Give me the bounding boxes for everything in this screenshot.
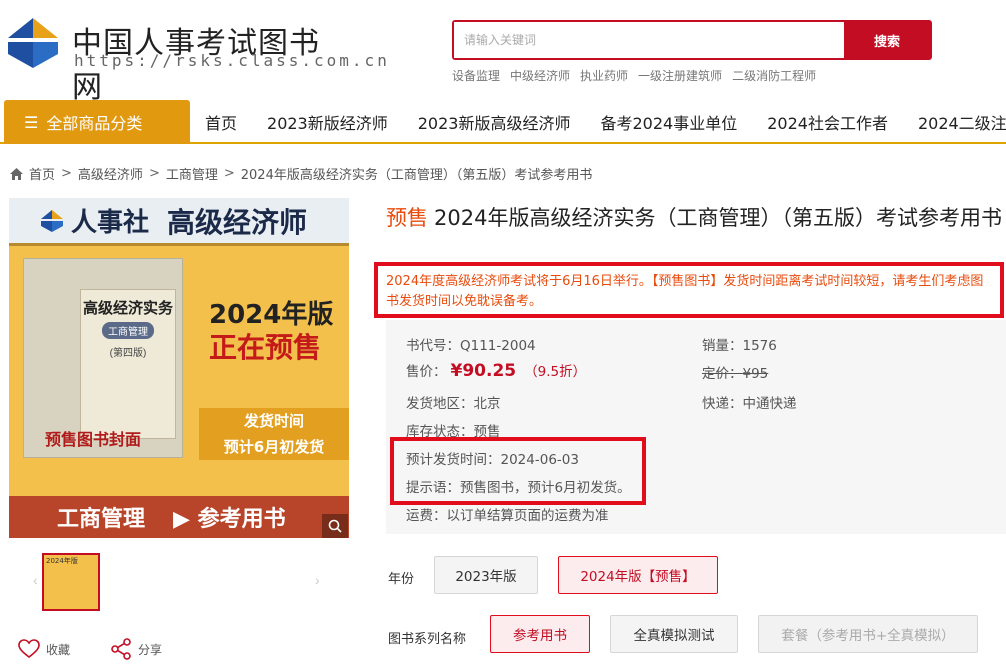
nav-link-senior-economist-2023[interactable]: 2023新版高级经济师: [403, 110, 586, 134]
all-categories-button[interactable]: ☰ 全部商品分类: [4, 100, 190, 144]
sales-label: 销量：: [702, 338, 743, 354]
breadcrumb-separator: >: [149, 166, 160, 181]
menu-icon: ☰: [24, 113, 38, 132]
nav-links: 首页 2023新版经济师 2023新版高级经济师 备考2024事业单位 2024…: [190, 100, 1006, 144]
breadcrumb-separator: >: [224, 166, 235, 181]
site-url: https://rsks.class.com.cn: [74, 51, 390, 70]
sales-value: 1576: [743, 338, 777, 354]
thumb-prev-icon[interactable]: ‹: [33, 572, 38, 588]
book-code-row: 书代号：Q111-2004: [406, 334, 536, 354]
book-code-value: Q111-2004: [460, 338, 536, 354]
hot-word-link[interactable]: 执业药师: [580, 67, 628, 84]
search-bar: 搜索: [452, 20, 932, 60]
main-nav: ☰ 全部商品分类 首页 2023新版经济师 2023新版高级经济师 备考2024…: [0, 100, 1006, 144]
cover-header: 人事社 高级经济师: [9, 198, 349, 246]
hot-word-link[interactable]: 中级经济师: [510, 67, 570, 84]
price-row: 售价：¥90.25 （9.5折）: [406, 360, 586, 381]
presale-notice: 2024年度高级经济师考试将于6月16日举行。【预售图书】发货时间距离考试时间较…: [374, 262, 1004, 318]
book-code-label: 书代号：: [406, 338, 460, 354]
all-categories-label: 全部商品分类: [46, 110, 142, 134]
cover-footer-left: 工商管理: [57, 501, 145, 533]
series-option-label: 图书系列名称: [388, 628, 466, 647]
product-main-image[interactable]: 人事社 高级经济师 高级经济实务 工商管理 (第四版) 2024年版 正在预售 …: [9, 198, 349, 538]
hot-word-link[interactable]: 一级注册建筑师: [638, 67, 722, 84]
home-icon: [10, 168, 23, 180]
price-value: ¥90.25: [451, 361, 517, 381]
collect-button[interactable]: 收藏: [18, 639, 70, 659]
highlight-box: [390, 437, 646, 505]
collect-label: 收藏: [46, 641, 70, 658]
thumbnail-image[interactable]: 2024年版: [42, 553, 100, 611]
thumb-next-icon[interactable]: ›: [315, 572, 320, 588]
book-title: 高级经济实务: [81, 298, 175, 318]
cover-brand: 人事社: [71, 202, 149, 239]
cover-presale: 正在预售: [209, 326, 321, 366]
breadcrumb-subcategory[interactable]: 工商管理: [166, 164, 218, 183]
book-subject: 工商管理: [102, 322, 154, 339]
ship-from-label: 发货地区：: [406, 396, 474, 412]
book-edition: (第四版): [81, 344, 175, 359]
freight-value: 以订单结算页面的运费为准: [447, 508, 609, 524]
nav-link-economist-2023[interactable]: 2023新版经济师: [252, 110, 403, 134]
list-price-label: 定价：: [702, 366, 743, 382]
hot-word-link[interactable]: 设备监理: [452, 67, 500, 84]
hot-words: 设备监理 中级经济师 执业药师 一级注册建筑师 二级消防工程师: [452, 67, 816, 84]
share-icon: [110, 638, 132, 660]
option-bundle[interactable]: 套餐（参考用书+全真模拟）: [758, 615, 978, 653]
sales-row: 销量：1576: [702, 334, 777, 354]
nav-link-registered-2024[interactable]: 2024二级注册: [903, 110, 1006, 134]
list-price-row: 定价：¥95: [702, 362, 768, 382]
search-input[interactable]: [454, 22, 844, 58]
cover-footer-right: ▶ 参考用书: [173, 501, 286, 533]
option-year-2024-presale[interactable]: 2024年版【预售】: [558, 556, 718, 594]
cover-ship-line2: 预计6月初发货: [199, 434, 349, 460]
zoom-icon[interactable]: [322, 514, 348, 538]
express-row: 快递：中通快递: [702, 392, 797, 412]
freight-row: 运费：以订单结算页面的运费为准: [406, 504, 609, 524]
cover-series: 高级经济师: [167, 201, 307, 241]
discount-value: （9.5折）: [524, 364, 586, 380]
product-actions: 收藏 分享: [18, 638, 202, 660]
heart-icon: [18, 639, 40, 659]
book-cover-panel: 高级经济实务 工商管理 (第四版): [80, 289, 176, 439]
option-reference-book[interactable]: 参考用书: [490, 615, 590, 653]
breadcrumb-current: 2024年版高级经济实务（工商管理）（第五版）考试参考用书: [241, 164, 593, 183]
share-label: 分享: [138, 641, 162, 658]
price-label: 售价：: [406, 364, 447, 380]
thumbnail-strip: ‹ 2024年版 ›: [9, 550, 349, 614]
ship-from-row: 发货地区：北京: [406, 392, 501, 412]
logo-mark-icon: [4, 14, 62, 72]
nav-link-public-institution-2024[interactable]: 备考2024事业单位: [585, 110, 752, 134]
year-option-label: 年份: [388, 568, 414, 587]
nav-link-home[interactable]: 首页: [190, 110, 252, 134]
option-year-2023[interactable]: 2023年版: [434, 556, 538, 594]
cover-ship-info: 发货时间 预计6月初发货: [199, 408, 349, 460]
presale-tag: 预售: [386, 206, 428, 230]
product-title: 预售2024年版高级经济实务（工商管理）（第五版）考试参考用书: [386, 200, 1006, 236]
product-title-text: 2024年版高级经济实务（工商管理）（第五版）考试参考用书: [434, 206, 1002, 230]
cover-footer: 工商管理 ▶ 参考用书: [9, 496, 349, 538]
ship-from-value: 北京: [474, 396, 501, 412]
site-logo[interactable]: 中国人事考试图书网 https://rsks.class.com.cn: [4, 14, 344, 74]
nav-link-social-worker-2024[interactable]: 2024社会工作者: [752, 110, 903, 134]
cover-presale-label: 预售图书封面: [45, 426, 141, 450]
express-value: 中通快递: [743, 396, 797, 412]
breadcrumb: 首页 > 高级经济师 > 工商管理 > 2024年版高级经济实务（工商管理）（第…: [10, 164, 592, 183]
hot-word-link[interactable]: 二级消防工程师: [732, 67, 816, 84]
cover-ship-line1: 发货时间: [199, 408, 349, 434]
option-mock-test[interactable]: 全真模拟测试: [610, 615, 738, 653]
breadcrumb-category[interactable]: 高级经济师: [78, 164, 143, 183]
express-label: 快递：: [702, 396, 743, 412]
freight-label: 运费：: [406, 508, 447, 524]
breadcrumb-home[interactable]: 首页: [29, 164, 55, 183]
list-price-value: ¥95: [743, 366, 769, 382]
search-button[interactable]: 搜索: [844, 22, 930, 58]
breadcrumb-separator: >: [61, 166, 72, 181]
thumbnail-caption: 2024年版: [44, 555, 98, 568]
share-button[interactable]: 分享: [110, 638, 162, 660]
brand-logo-icon: [39, 208, 65, 234]
